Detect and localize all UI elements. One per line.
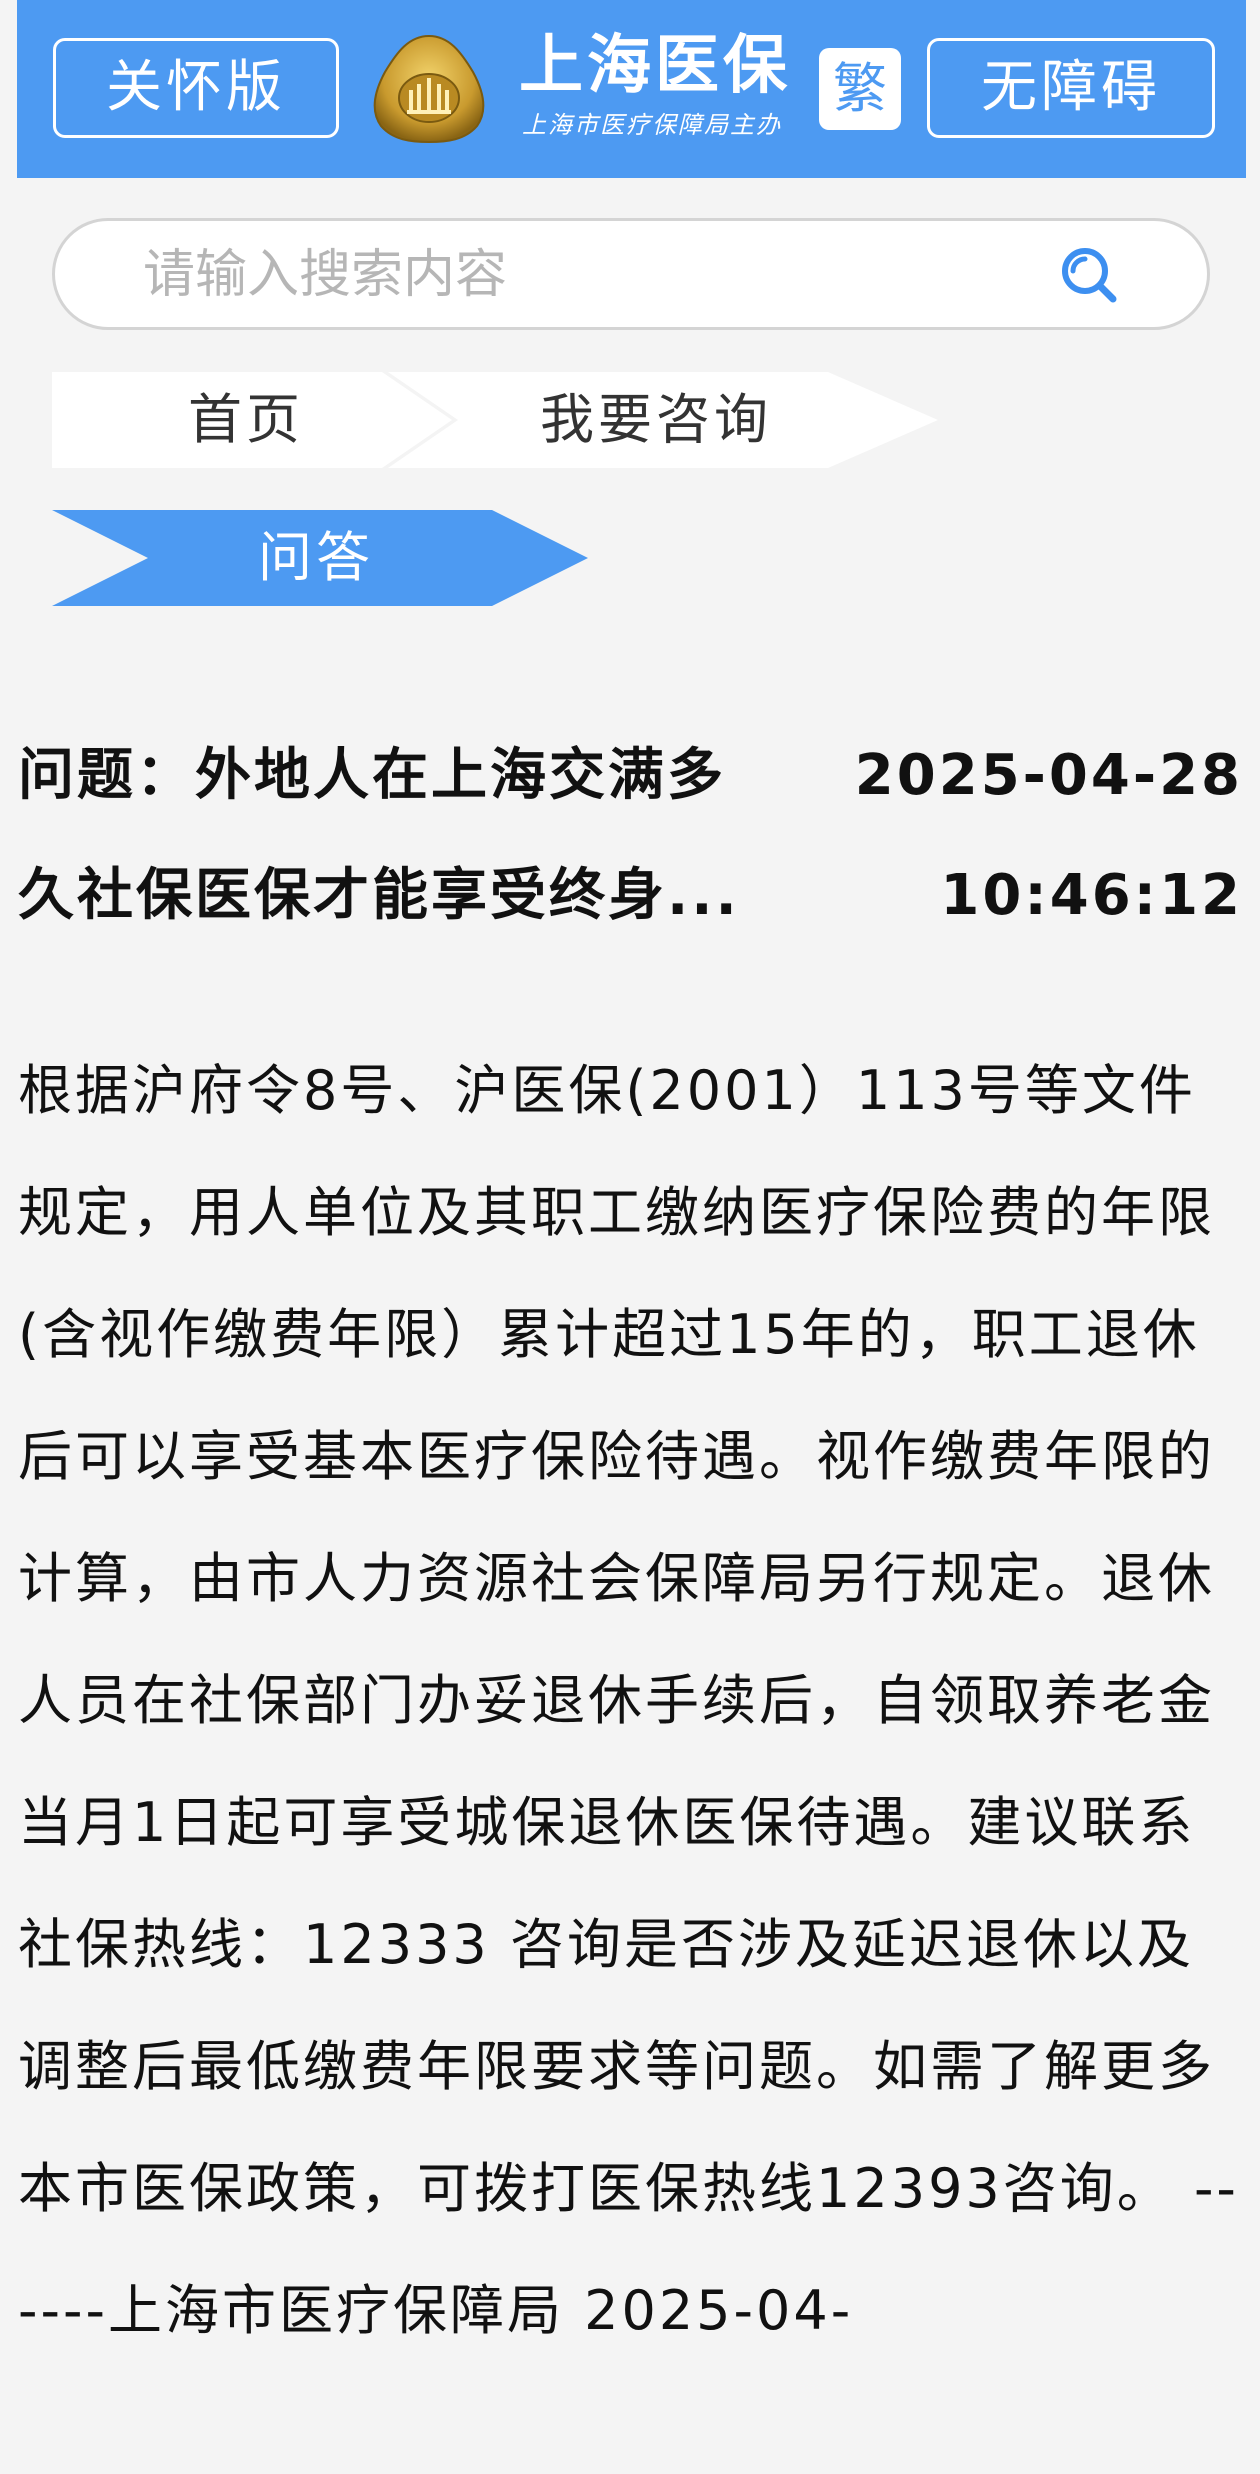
care-version-button[interactable]: 关怀版 xyxy=(53,38,339,138)
header-bar: 关怀版 上海医保 上海市医疗保障局主办 繁 无障碍 xyxy=(17,0,1246,178)
brand-subtitle: 上海市医疗保障局主办 xyxy=(522,111,782,139)
question-date: 2025-04-28 xyxy=(854,743,1243,808)
question-row: 问题：外地人在上海交满多 2025-04-28 xyxy=(18,736,1243,816)
question-time: 10:46:12 xyxy=(940,863,1243,928)
medical-insurance-logo-icon xyxy=(373,34,485,144)
accessibility-button[interactable]: 无障碍 xyxy=(927,38,1215,138)
question-title-line2: 久社保医保才能享受终身... xyxy=(18,863,740,928)
breadcrumb-label: 问答 xyxy=(258,526,374,589)
search-bar xyxy=(52,218,1210,330)
answer-text: 根据沪府令8号、沪医保(2001）113号等文件规定，用人单位及其职工缴纳医疗保… xyxy=(18,1059,1239,2342)
breadcrumb-item-qa[interactable]: 问答 xyxy=(52,510,592,606)
breadcrumb-item-consult[interactable]: 我要咨询 xyxy=(388,372,948,468)
question-row: 久社保医保才能享受终身... 10:46:12 xyxy=(18,856,1243,936)
search-icon[interactable] xyxy=(1055,241,1125,311)
search-input[interactable] xyxy=(141,239,1045,311)
breadcrumb-label: 首页 xyxy=(188,388,304,451)
traditional-chinese-button[interactable]: 繁 xyxy=(819,48,901,130)
breadcrumb-label: 我要咨询 xyxy=(540,388,772,451)
brand-title: 上海医保 xyxy=(519,29,791,103)
question-title-line1: 问题：外地人在上海交满多 xyxy=(18,743,726,808)
